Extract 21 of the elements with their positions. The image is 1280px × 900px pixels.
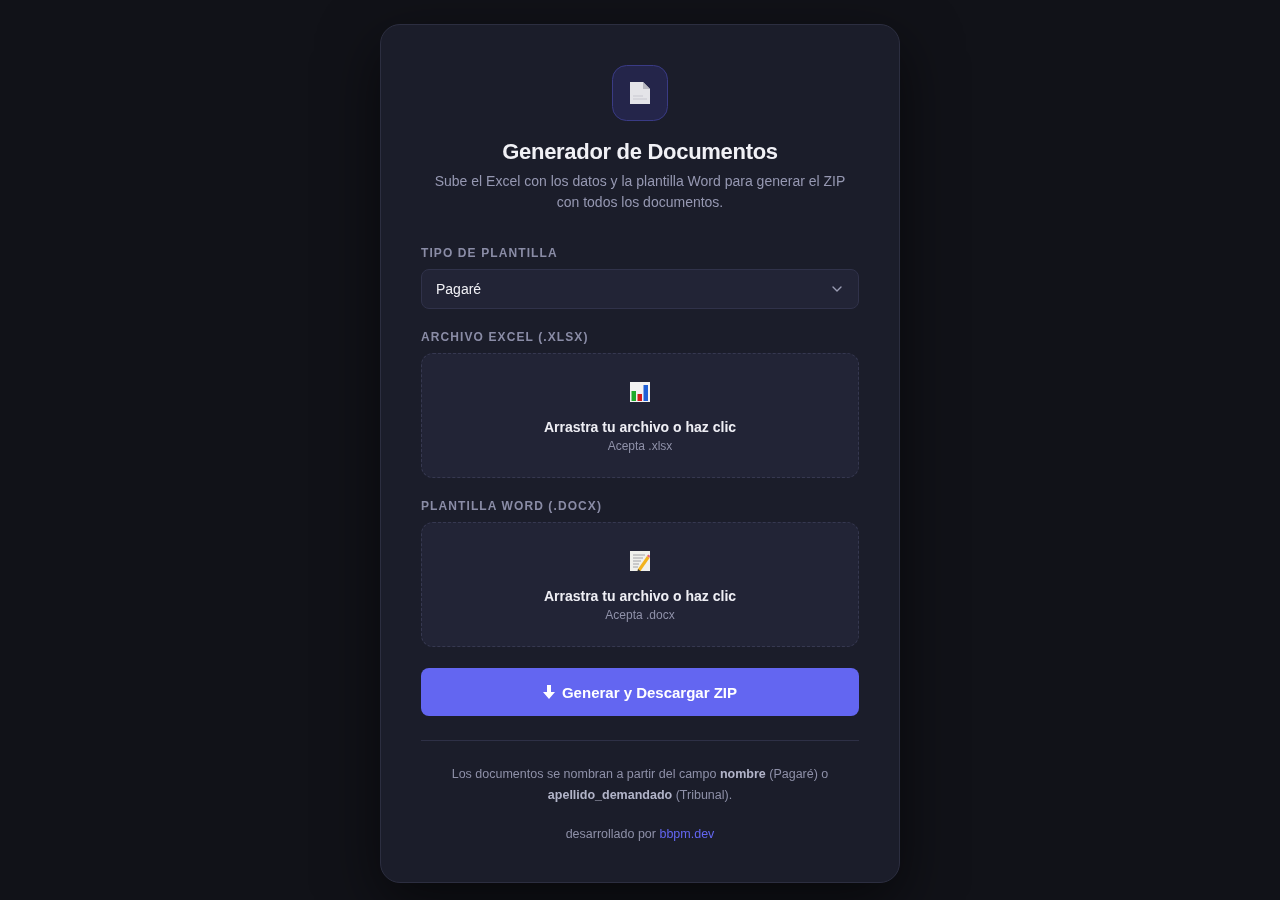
memo-pencil-icon (630, 551, 650, 571)
field-label: TIPO DE PLANTILLA (421, 245, 558, 261)
file-drop-zone[interactable]: Arrastra tu archivo o haz clic Acepta .docx (421, 522, 859, 647)
drop-zone-prompt: Arrastra tu archivo o haz clic (543, 418, 737, 436)
page-subtitle: Sube el Excel con los datos y la plantilla Word para generar el ZIP con todos los documentos. (433, 172, 847, 212)
document-icon (612, 65, 668, 121)
chevron-down-icon (832, 286, 842, 292)
drop-zone-prompt: Arrastra tu archivo o haz clic (543, 587, 737, 605)
credit-text: desarrollado por bbpm.dev (565, 826, 715, 843)
download-arrow-icon (542, 685, 555, 699)
file-drop-zone[interactable]: Arrastra tu archivo o haz clic Acepta .xlsx (421, 353, 859, 478)
template-select[interactable]: Pagaré (421, 269, 859, 309)
page-title: Generador de Documentos (502, 138, 778, 166)
accepted-format-hint: Acepta .xlsx (607, 438, 673, 454)
generate-download-button[interactable]: Generar y Descargar ZIP (421, 668, 859, 716)
field-label: PLANTILLA WORD (.DOCX) (421, 498, 603, 514)
bar-chart-icon (630, 382, 650, 402)
accepted-format-hint: Acepta .docx (605, 607, 675, 623)
footer-note: Los documentos se nombran a partir del campo nombre (Pagaré) o apellido_demandado (Tribunal). (450, 766, 830, 804)
field-label: ARCHIVO EXCEL (.XLSX) (421, 329, 589, 345)
credit-link[interactable]: bbpm.dev (659, 827, 715, 841)
